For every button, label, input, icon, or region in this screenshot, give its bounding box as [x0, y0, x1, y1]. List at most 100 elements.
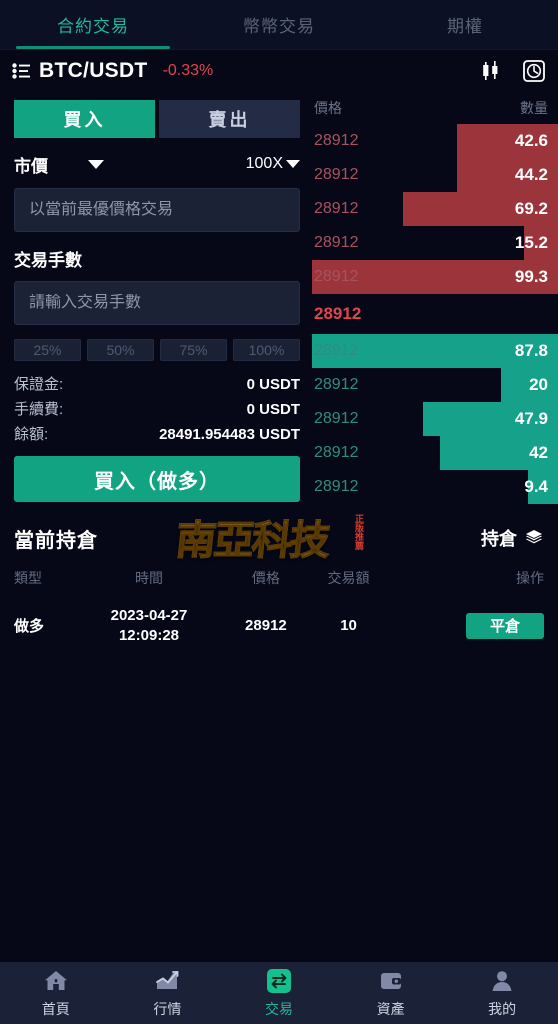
- table-header-row: 類型 時間 價格 交易額 操作: [14, 558, 544, 600]
- order-book-header: 價格 數量: [312, 98, 558, 124]
- cell-type: 做多: [14, 618, 45, 635]
- ask-price: 28912: [314, 234, 359, 251]
- side-toggle: 買入 賣出: [14, 100, 300, 138]
- order-book: 價格 數量 28912 42.6 28912 44.2 28912 69.2 2…: [312, 92, 558, 504]
- wallet-icon: [380, 972, 401, 989]
- cell-action: 平倉: [390, 600, 544, 651]
- bid-amount: 42: [529, 443, 548, 462]
- fee-value: 0 USDT: [246, 401, 300, 418]
- sell-tab[interactable]: 賣出: [159, 100, 300, 138]
- exchange-icon: [266, 968, 291, 993]
- nav-label: 我的: [488, 1000, 517, 1017]
- percent-25-button[interactable]: 25%: [14, 339, 81, 361]
- positions-table-body: 做多 2023-04-27 12:09:28 28912 10 平倉: [14, 600, 544, 651]
- chevron-down-icon[interactable]: [88, 159, 104, 169]
- positions-section: 當前持倉 持倉 類型 時間 價格 交易額 操作 做多 2023-04-27 12…: [0, 504, 558, 651]
- price-field[interactable]: [14, 188, 300, 232]
- ask-amount: 99.3: [514, 267, 548, 286]
- tab-options[interactable]: 期權: [372, 0, 558, 49]
- order-book-row-ask[interactable]: 28912 42.6: [312, 124, 558, 158]
- bid-amount: 9.4: [524, 477, 548, 496]
- main-body: 買入 賣出 市價 100X 交易手數: [0, 92, 558, 504]
- order-book-row-bid[interactable]: 28912 42: [312, 436, 558, 470]
- amount-input[interactable]: [29, 294, 285, 312]
- buy-tab-label: 買入: [63, 110, 106, 130]
- clock-history-icon[interactable]: [522, 59, 546, 83]
- amount-label: 交易手數: [14, 251, 82, 270]
- positions-filter-button[interactable]: 持倉: [481, 525, 544, 551]
- amount-field[interactable]: [14, 281, 300, 325]
- col-price: 價格: [251, 570, 280, 586]
- positions-table: 類型 時間 價格 交易額 操作 做多 2023-04-27 12:09:28 2…: [14, 558, 544, 651]
- list-menu-icon[interactable]: [12, 63, 30, 79]
- nav-label: 行情: [153, 1000, 182, 1017]
- col-type: 類型: [14, 570, 42, 586]
- col-price: 價格: [314, 100, 342, 116]
- symbol-header: BTC/USDT -0.33%: [0, 50, 558, 92]
- nav-item-profile[interactable]: 我的: [446, 968, 558, 1019]
- ask-rows: 28912 42.6 28912 44.2 28912 69.2 28912 1…: [312, 124, 558, 294]
- bid-amount: 87.8: [514, 341, 548, 360]
- order-book-row-ask[interactable]: 28912 99.3: [312, 260, 558, 294]
- order-book-row-ask[interactable]: 28912 15.2: [312, 226, 558, 260]
- trading-app-screen: 合約交易 幣幣交易 期權 BTC/USDT -0.33% 買入 賣出 市價 10…: [0, 0, 558, 1024]
- home-icon: [44, 970, 67, 990]
- cell-time: 2023-04-27 12:09:28: [73, 600, 224, 651]
- order-book-row-bid[interactable]: 28912 87.8: [312, 334, 558, 368]
- col-volume: 交易額: [327, 570, 370, 586]
- nav-label: 首頁: [41, 1000, 70, 1017]
- nav-item-home[interactable]: 首頁: [0, 968, 112, 1019]
- order-book-row-bid[interactable]: 28912 20: [312, 368, 558, 402]
- percent-100-button[interactable]: 100%: [233, 339, 300, 361]
- order-book-row-ask[interactable]: 28912 69.2: [312, 192, 558, 226]
- bid-price: 28912: [314, 444, 359, 461]
- buy-tab[interactable]: 買入: [14, 100, 155, 138]
- ask-price: 28912: [314, 200, 359, 217]
- layers-icon: [526, 530, 542, 544]
- margin-label: 保證金:: [14, 376, 64, 393]
- leverage-selector[interactable]: 100X: [246, 155, 300, 173]
- tab-contract-trading[interactable]: 合約交易: [0, 0, 186, 49]
- margin-value: 0 USDT: [246, 376, 300, 393]
- position-time: 12:09:28: [118, 626, 180, 644]
- top-tab-bar: 合約交易 幣幣交易 期權: [0, 0, 558, 50]
- order-type-selector[interactable]: 市價: [14, 152, 48, 177]
- price-input[interactable]: [29, 201, 285, 219]
- last-traded-price-row: 28912: [312, 294, 558, 334]
- chart-icon: [156, 970, 179, 989]
- order-book-row-ask[interactable]: 28912 44.2: [312, 158, 558, 192]
- table-row: 做多 2023-04-27 12:09:28 28912 10 平倉: [14, 600, 544, 651]
- submit-label: 買入（做多）: [94, 470, 220, 493]
- ask-amount: 44.2: [514, 165, 548, 184]
- margin-row: 保證金: 0 USDT: [14, 373, 300, 394]
- positions-header: 當前持倉 持倉: [14, 518, 544, 558]
- cell-volume: 10: [340, 617, 357, 634]
- percent-50-button[interactable]: 50%: [87, 339, 154, 361]
- fee-row: 手續費: 0 USDT: [14, 398, 300, 419]
- nav-item-assets[interactable]: 資產: [335, 968, 447, 1019]
- bottom-navigation: 首頁 行情 交易 資產 我的: [0, 962, 558, 1024]
- person-icon: [492, 970, 512, 991]
- order-book-row-bid[interactable]: 28912 9.4: [312, 470, 558, 504]
- close-position-button[interactable]: 平倉: [466, 612, 544, 639]
- tab-spot-trading[interactable]: 幣幣交易: [186, 0, 372, 49]
- ask-price: 28912: [314, 268, 359, 285]
- submit-buy-long-button[interactable]: 買入（做多）: [14, 456, 300, 502]
- position-date: 2023-04-27: [110, 607, 188, 624]
- col-amount: 數量: [520, 100, 548, 116]
- bid-rows: 28912 87.8 28912 20 28912 47.9 28912 42: [312, 334, 558, 504]
- nav-item-markets[interactable]: 行情: [112, 968, 224, 1019]
- order-book-row-bid[interactable]: 28912 47.9: [312, 402, 558, 436]
- nav-label: 資產: [376, 1000, 405, 1017]
- tab-label: 期權: [447, 17, 483, 36]
- bid-amount: 20: [529, 375, 548, 394]
- bid-amount: 47.9: [514, 409, 548, 428]
- ask-price: 28912: [314, 166, 359, 183]
- percent-75-button[interactable]: 75%: [160, 339, 227, 361]
- nav-item-trade[interactable]: 交易: [223, 968, 335, 1019]
- percent-label: 50%: [106, 342, 135, 358]
- percent-button-row: 25% 50% 75% 100%: [14, 339, 300, 361]
- tab-label: 合約交易: [57, 17, 129, 36]
- symbol-name: BTC/USDT: [39, 59, 148, 82]
- candlestick-icon[interactable]: [479, 59, 503, 83]
